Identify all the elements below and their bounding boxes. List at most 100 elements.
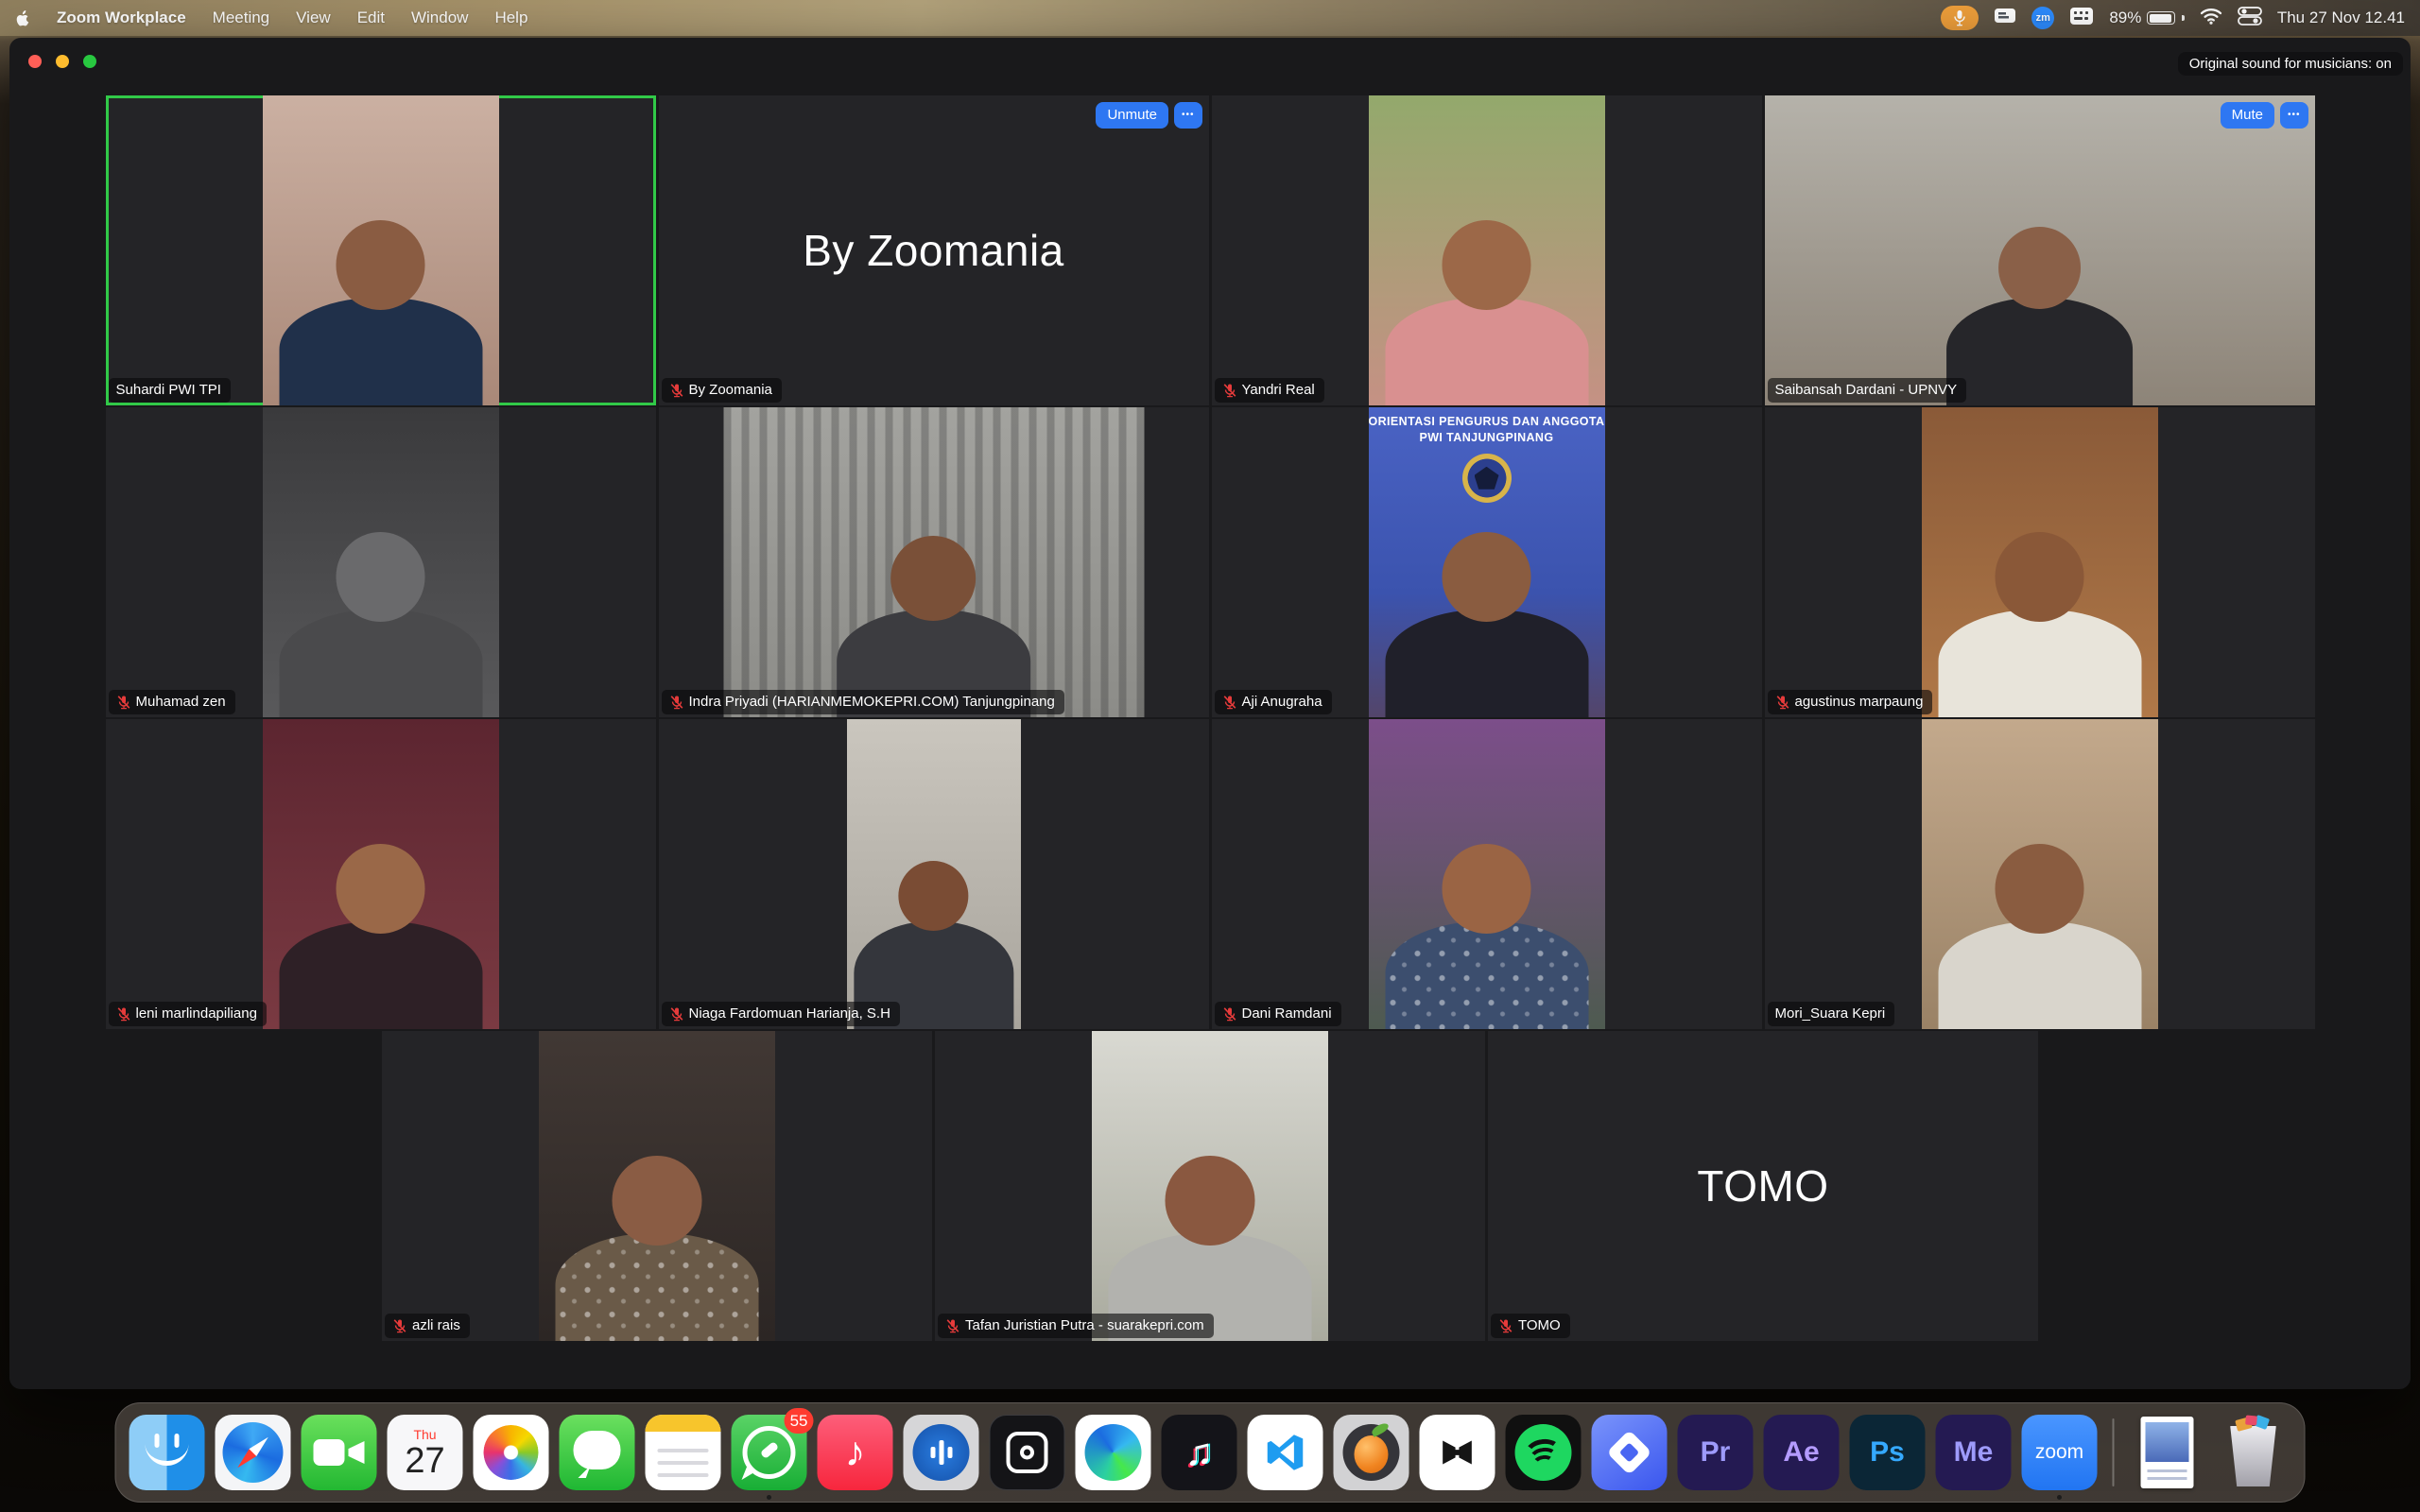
participant-tile[interactable]: Suhardi PWI TPI xyxy=(106,95,656,405)
person-silhouette xyxy=(837,525,1030,717)
battery-indicator[interactable]: 89% xyxy=(2109,9,2185,27)
photos-dock-icon[interactable] xyxy=(474,1415,549,1490)
participant-video xyxy=(539,1031,775,1341)
audio-app-dock-icon[interactable] xyxy=(904,1415,979,1490)
pwi-poster: ORIENTASI PENGURUS DAN ANGGOTA PWI TANJU… xyxy=(1369,407,1605,503)
tile-hover-buttons: Mute ••• xyxy=(2221,102,2308,129)
participant-name: leni marlindapiliang xyxy=(136,1005,257,1022)
participant-tile[interactable]: ORIENTASI PENGURUS DAN ANGGOTA PWI TANJU… xyxy=(1212,407,1762,717)
capcut-dock-icon[interactable] xyxy=(1420,1415,1495,1490)
participant-name: By Zoomania xyxy=(689,382,772,398)
menu-help[interactable]: Help xyxy=(494,9,527,27)
vscode-dock-icon[interactable] xyxy=(1248,1415,1323,1490)
apple-menu-icon[interactable] xyxy=(15,9,30,27)
window-controls xyxy=(28,55,96,68)
participant-tile[interactable]: Niaga Fardomuan Harianja, S.H xyxy=(659,719,1209,1029)
participant-video xyxy=(847,719,1021,1029)
window-close-button[interactable] xyxy=(28,55,42,68)
premiere-pro-dock-icon[interactable]: Pr xyxy=(1678,1415,1754,1490)
facetime-dock-icon[interactable] xyxy=(302,1415,377,1490)
gallery-row-2: Muhamad zen Indra Priyadi (HARIANMEMOKEP… xyxy=(106,407,2315,717)
tiktok-dock-icon[interactable]: ♫ xyxy=(1162,1415,1237,1490)
participant-tile[interactable]: TOMO TOMO xyxy=(1488,1031,2038,1341)
muted-mic-icon xyxy=(1222,1006,1237,1022)
participant-video xyxy=(1922,407,2158,717)
participant-name-tag: agustinus marpaung xyxy=(1768,690,1933,714)
fl-studio-dock-icon[interactable] xyxy=(1334,1415,1409,1490)
window-fullscreen-button[interactable] xyxy=(83,55,96,68)
participant-name: Saibansah Dardani - UPNVY xyxy=(1775,382,1958,398)
participant-tile[interactable]: azli rais xyxy=(382,1031,932,1341)
tile-more-button[interactable]: ••• xyxy=(1174,102,1202,129)
person-silhouette xyxy=(1938,837,2141,1029)
gallery-row-4: azli rais Tafan Juristian Putra - suarak… xyxy=(382,1031,2038,1341)
after-effects-dock-icon[interactable]: Ae xyxy=(1764,1415,1840,1490)
muted-mic-icon xyxy=(116,1006,131,1022)
participant-name-tag: Aji Anugraha xyxy=(1215,690,1332,714)
menu-meeting[interactable]: Meeting xyxy=(213,9,269,27)
original-sound-banner[interactable]: Original sound for musicians: on xyxy=(2178,52,2403,76)
blue-diamond-app-dock-icon[interactable] xyxy=(1592,1415,1668,1490)
participant-tile[interactable]: leni marlindapiliang xyxy=(106,719,656,1029)
tile-hover-buttons: Unmute ••• xyxy=(1096,102,1201,129)
black-emblem-app-dock-icon[interactable] xyxy=(990,1415,1065,1490)
finder-dock-icon[interactable] xyxy=(130,1415,205,1490)
menu-view[interactable]: View xyxy=(296,9,331,27)
mute-toggle-button[interactable]: Mute xyxy=(2221,102,2274,129)
zoom-dock-icon[interactable]: zoom xyxy=(2022,1415,2098,1490)
participant-video xyxy=(1369,719,1605,1029)
person-silhouette xyxy=(556,1149,759,1341)
messages-dock-icon[interactable] xyxy=(560,1415,635,1490)
spotify-dock-icon[interactable] xyxy=(1506,1415,1582,1490)
zoom-menubar-icon[interactable]: zm xyxy=(2031,7,2054,29)
participant-tile[interactable]: Mute ••• Saibansah Dardani - UPNVY xyxy=(1765,95,2315,405)
participant-tile[interactable]: Indra Priyadi (HARIANMEMOKEPRI.COM) Tanj… xyxy=(659,407,1209,717)
menu-edit[interactable]: Edit xyxy=(357,9,385,27)
muted-mic-icon xyxy=(1222,695,1237,710)
participant-tile[interactable]: Muhamad zen xyxy=(106,407,656,717)
menubar-app-name[interactable]: Zoom Workplace xyxy=(57,9,186,27)
screen-mirroring-icon[interactable] xyxy=(1994,7,2016,30)
participant-tile[interactable]: Dani Ramdani xyxy=(1212,719,1762,1029)
participant-tile[interactable]: By Zoomania Unmute ••• By Zoomania xyxy=(659,95,1209,405)
keyboard-switcher-icon[interactable] xyxy=(2069,7,2094,30)
participant-big-name: TOMO xyxy=(1488,1031,2038,1341)
wifi-icon[interactable] xyxy=(2200,8,2222,29)
participant-video xyxy=(1369,95,1605,405)
person-silhouette xyxy=(1946,214,2134,405)
participant-tile[interactable]: Yandri Real xyxy=(1212,95,1762,405)
edge-dock-icon[interactable] xyxy=(1076,1415,1151,1490)
participant-name: Aji Anugraha xyxy=(1242,694,1322,710)
notes-dock-icon[interactable] xyxy=(646,1415,721,1490)
participant-tile[interactable]: Tafan Juristian Putra - suarakepri.com xyxy=(935,1031,1485,1341)
mic-in-use-indicator-icon[interactable] xyxy=(1941,6,1979,30)
window-minimize-button[interactable] xyxy=(56,55,69,68)
participant-name-tag: TOMO xyxy=(1491,1314,1570,1338)
muted-mic-icon xyxy=(1498,1318,1513,1333)
music-dock-icon[interactable]: ♪ xyxy=(818,1415,893,1490)
poster-line-2: PWI TANJUNGPINANG xyxy=(1369,430,1605,446)
zoom-window: Original sound for musicians: on Suhardi… xyxy=(9,38,2411,1389)
safari-dock-icon[interactable] xyxy=(216,1415,291,1490)
participant-video xyxy=(263,407,499,717)
document-dock-icon[interactable] xyxy=(2130,1415,2205,1490)
person-silhouette xyxy=(279,525,482,717)
participant-video xyxy=(1765,95,2315,405)
tile-more-button[interactable]: ••• xyxy=(2280,102,2308,129)
photoshop-dock-icon[interactable]: Ps xyxy=(1850,1415,1926,1490)
participant-tile[interactable]: agustinus marpaung xyxy=(1765,407,2315,717)
person-silhouette xyxy=(1109,1149,1312,1341)
participant-name: TOMO xyxy=(1518,1317,1561,1333)
participant-name-tag: Indra Priyadi (HARIANMEMOKEPRI.COM) Tanj… xyxy=(662,690,1064,714)
whatsapp-dock-icon[interactable]: 55 xyxy=(732,1415,807,1490)
trash-dock-icon[interactable] xyxy=(2216,1415,2291,1490)
participant-big-name: By Zoomania xyxy=(659,95,1209,405)
participant-tile[interactable]: Mori_Suara Kepri xyxy=(1765,719,2315,1029)
mute-toggle-button[interactable]: Unmute xyxy=(1096,102,1168,129)
calendar-dock-icon[interactable]: Thu27 xyxy=(388,1415,463,1490)
menu-window[interactable]: Window xyxy=(411,9,468,27)
poster-line-1: ORIENTASI PENGURUS DAN ANGGOTA xyxy=(1369,414,1605,430)
control-center-icon[interactable] xyxy=(2238,7,2262,30)
menubar-clock[interactable]: Thu 27 Nov 12.41 xyxy=(2277,9,2405,27)
media-encoder-dock-icon[interactable]: Me xyxy=(1936,1415,2012,1490)
